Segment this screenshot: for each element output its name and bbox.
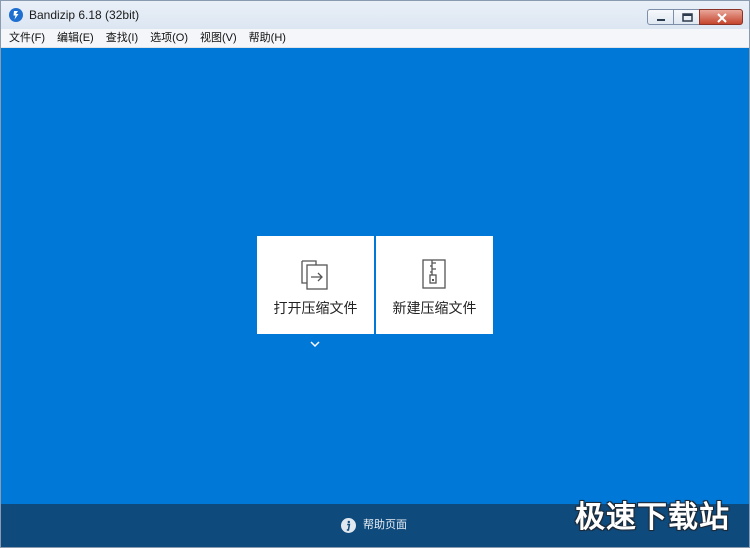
open-archive-label: 打开压缩文件 xyxy=(273,300,358,316)
menu-options[interactable]: 选项(O) xyxy=(144,29,194,47)
new-archive-icon xyxy=(417,257,451,291)
window-controls xyxy=(647,9,743,25)
title-bar[interactable]: Bandizip 6.18 (32bit) xyxy=(1,1,749,29)
help-page-label: 帮助页面 xyxy=(363,519,407,531)
open-archive-button[interactable]: 打开压缩文件 xyxy=(257,236,374,334)
window-title: Bandizip 6.18 (32bit) xyxy=(29,8,140,22)
app-window: Bandizip 6.18 (32bit) 文件(F) 编辑(E) 查找(I) … xyxy=(0,0,750,548)
new-archive-label: 新建压缩文件 xyxy=(392,300,477,316)
minimize-button[interactable] xyxy=(647,9,674,25)
menu-view[interactable]: 视图(V) xyxy=(194,29,243,47)
menu-find[interactable]: 查找(I) xyxy=(100,29,144,47)
start-panel: 打开压缩文件 新建压缩文件 xyxy=(1,48,749,504)
maximize-button[interactable] xyxy=(673,9,700,25)
help-page-link[interactable]: 帮助页面 xyxy=(341,516,407,534)
menu-help[interactable]: 帮助(H) xyxy=(243,29,292,47)
watermark-text: 极速下载站 xyxy=(575,500,730,535)
menu-bar: 文件(F) 编辑(E) 查找(I) 选项(O) 视图(V) 帮助(H) xyxy=(1,29,749,48)
bandizip-app-icon[interactable] xyxy=(9,8,23,22)
menu-edit[interactable]: 编辑(E) xyxy=(51,29,100,47)
info-icon xyxy=(341,517,356,533)
close-button[interactable] xyxy=(699,9,743,25)
open-archive-icon xyxy=(298,257,332,291)
chevron-down-icon[interactable] xyxy=(309,340,321,348)
menu-file[interactable]: 文件(F) xyxy=(1,29,51,47)
new-archive-button[interactable]: 新建压缩文件 xyxy=(376,236,493,334)
